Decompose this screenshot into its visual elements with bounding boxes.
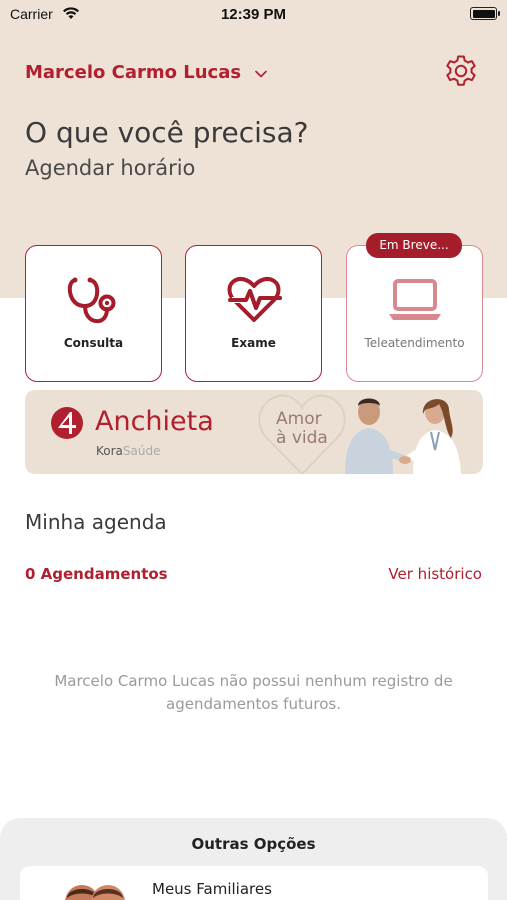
brand-name: Anchieta — [95, 406, 214, 437]
empty-state-message: Marcelo Carmo Lucas não possui nenhum re… — [54, 672, 453, 713]
exame-label: Exame — [231, 336, 276, 350]
chevron-down-icon — [255, 70, 267, 77]
option-label: Meus Familiares — [152, 880, 272, 898]
heart-pulse-icon — [227, 276, 282, 322]
gear-icon[interactable] — [443, 53, 479, 89]
other-options-sheet: Outras Opções Meus Familiares — [0, 818, 507, 900]
history-link[interactable]: Ver histórico — [388, 565, 482, 583]
page-subtitle: Agendar horário — [25, 156, 196, 180]
battery-icon — [470, 7, 500, 20]
teleatendimento-card[interactable]: Teleatendimento — [346, 245, 483, 382]
family-icon — [65, 885, 125, 900]
stethoscope-icon — [67, 277, 115, 324]
brand-subtitle: KoraSaúde — [96, 444, 160, 458]
anchieta-logo-icon — [51, 407, 83, 439]
user-name: Marcelo Carmo Lucas — [25, 62, 242, 83]
user-selector[interactable]: Marcelo Carmo Lucas — [25, 62, 267, 83]
tagline-line-2: à vida — [276, 428, 328, 448]
anchieta-banner[interactable]: Anchieta KoraSaúde Amor à vida — [25, 390, 483, 474]
teleatendimento-label: Teleatendimento — [364, 336, 465, 350]
brand-sub-bold: Kora — [96, 444, 123, 458]
appointments-count: 0 Agendamentos — [25, 565, 168, 583]
consulta-card[interactable]: Consulta — [25, 245, 162, 382]
laptop-icon — [388, 279, 441, 320]
coming-soon-badge: Em Breve... — [366, 233, 462, 258]
agenda-title: Minha agenda — [25, 510, 167, 534]
clock: 12:39 PM — [220, 6, 287, 23]
exame-card[interactable]: Exame — [185, 245, 322, 382]
consulta-label: Consulta — [63, 336, 124, 350]
app-screen: Carrier 12:39 PM Marcelo Carmo Lucas O q… — [0, 0, 507, 900]
doctor-patient-illustration — [345, 398, 461, 474]
option-meus-familiares[interactable]: Meus Familiares — [20, 866, 488, 900]
other-options-title: Outras Opções — [191, 835, 316, 853]
banner-tagline: Amor à vida — [276, 410, 328, 448]
tagline-line-1: Amor — [276, 409, 322, 429]
page-title: O que você precisa? — [25, 116, 309, 149]
status-bar: Carrier 12:39 PM — [0, 0, 507, 30]
brand-sub-light: Saúde — [122, 444, 161, 458]
